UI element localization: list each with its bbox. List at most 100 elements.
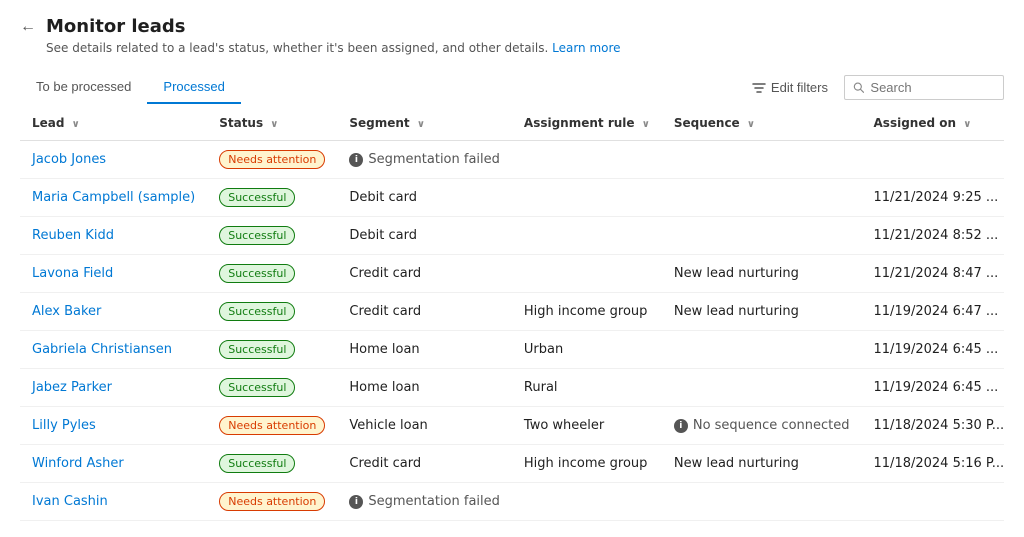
cell-assigned-on: 11/19/2024 6:45 ...	[862, 331, 1004, 369]
tab-to-be-processed[interactable]: To be processed	[20, 71, 147, 104]
table-row: Maria Campbell (sample) SuccessfulDebit c…	[20, 179, 1004, 217]
lead-link[interactable]: Ivan Cashin	[32, 494, 108, 509]
cell-lead: Winford Asher	[20, 445, 207, 483]
table-row: Reuben Kidd Successful Debit card 11/21/202…	[20, 217, 1004, 255]
tab-processed[interactable]: Processed	[147, 71, 240, 104]
cell-status: Successful	[207, 179, 337, 217]
table-row: Winford Asher Successful Credit cardHigh i…	[20, 445, 1004, 483]
search-input[interactable]	[870, 80, 995, 95]
cell-sequence: New lead nurturing	[662, 293, 862, 331]
cell-assignment-rule: High income group	[512, 293, 662, 331]
status-badge: Successful	[219, 378, 295, 397]
cell-sequence	[662, 179, 862, 217]
cell-lead: Reuben Kidd	[20, 217, 207, 255]
cell-lead: Alex Baker	[20, 293, 207, 331]
cell-assigned-on	[862, 141, 1004, 179]
lead-link[interactable]: Lilly Pyles	[32, 418, 96, 433]
table-row: Jabez ParkerSuccessfulHome loanRural11/1…	[20, 369, 1004, 407]
cell-assignment-rule: High income group	[512, 445, 662, 483]
toolbar-right: Edit filters	[744, 75, 1004, 100]
cell-lead: Lavona Field	[20, 255, 207, 293]
cell-segment: Debit card	[337, 179, 512, 217]
seg-failed-label: Segmentation failed	[368, 152, 500, 167]
cell-sequence	[662, 331, 862, 369]
cell-lead: Jacob Jones	[20, 141, 207, 179]
learn-more-link[interactable]: Learn more	[552, 41, 620, 55]
cell-lead: Maria Campbell (sample)	[20, 179, 207, 217]
col-header-assignment-rule[interactable]: Assignment rule ∨	[512, 106, 662, 141]
status-badge: Successful	[219, 454, 295, 473]
cell-lead: Jabez Parker	[20, 369, 207, 407]
cell-assignment-rule: Urban	[512, 331, 662, 369]
tabs: To be processed Processed	[20, 71, 241, 104]
lead-link[interactable]: Gabriela Christiansen	[32, 342, 172, 357]
cell-status: Successful	[207, 369, 337, 407]
status-badge: Successful	[219, 340, 295, 359]
lead-link[interactable]: Winford Asher	[32, 456, 124, 471]
cell-segment: Credit card	[337, 445, 512, 483]
search-box	[844, 75, 1004, 100]
page-header: ← Monitor leads	[20, 16, 1004, 37]
cell-sequence	[662, 217, 862, 255]
table-container: Lead ∨ Status ∨ Segment ∨ Assignment rul…	[20, 106, 1004, 521]
col-header-assigned-on[interactable]: Assigned on ∨	[862, 106, 1004, 141]
cell-sequence: New lead nurturing	[662, 445, 862, 483]
subtitle: See details related to a lead's status, …	[46, 41, 1004, 55]
cell-status: Needs attention	[207, 141, 337, 179]
col-header-lead[interactable]: Lead ∨	[20, 106, 207, 141]
back-button[interactable]: ←	[20, 18, 36, 36]
cell-segment: iSegmentation failed	[337, 483, 512, 521]
table-row: Alex Baker Successful Credit cardHigh inco…	[20, 293, 1004, 331]
cell-segment: i Segmentation failed	[337, 141, 512, 179]
cell-segment: Credit card	[337, 293, 512, 331]
cell-assignment-rule: Two wheeler	[512, 407, 662, 445]
cell-lead: Lilly Pyles	[20, 407, 207, 445]
cell-sequence	[662, 483, 862, 521]
cell-segment: Vehicle loan	[337, 407, 512, 445]
cell-assigned-on: 11/19/2024 6:47 ...	[862, 293, 1004, 331]
table-row: Gabriela ChristiansenSuccessfulHome loan…	[20, 331, 1004, 369]
edit-filters-button[interactable]: Edit filters	[744, 75, 836, 100]
cell-segment: Debit card	[337, 217, 512, 255]
status-badge: Needs attention	[219, 492, 325, 511]
segmentation-failed: iSegmentation failed	[349, 494, 500, 509]
lead-link[interactable]: Reuben Kidd	[32, 228, 114, 243]
sequence-warning: iNo sequence connected	[674, 418, 850, 433]
info-icon: i	[349, 153, 363, 167]
cell-assignment-rule	[512, 217, 662, 255]
col-header-segment[interactable]: Segment ∨	[337, 106, 512, 141]
lead-link[interactable]: Alex Baker	[32, 304, 101, 319]
status-badge: Successful	[219, 302, 295, 321]
leads-table: Lead ∨ Status ∨ Segment ∨ Assignment rul…	[20, 106, 1004, 521]
cell-assigned-on: 11/21/2024 9:25 ...	[862, 179, 1004, 217]
lead-link[interactable]: Maria Campbell (sample)	[32, 190, 195, 205]
table-header-row: Lead ∨ Status ∨ Segment ∨ Assignment rul…	[20, 106, 1004, 141]
lead-link[interactable]: Lavona Field	[32, 266, 113, 281]
lead-link[interactable]: Jacob Jones	[32, 152, 106, 167]
cell-assigned-on: 11/19/2024 6:45 ...	[862, 369, 1004, 407]
segmentation-failed: i Segmentation failed	[349, 152, 500, 167]
table-row: Jacob Jones Needs attention i Segmentation …	[20, 141, 1004, 179]
table-row: Lilly Pyles Needs attentionVehicle loanTw…	[20, 407, 1004, 445]
cell-status: Needs attention	[207, 407, 337, 445]
cell-assigned-on: 11/21/2024 8:47 ...	[862, 255, 1004, 293]
status-badge: Needs attention	[219, 150, 325, 169]
lead-link[interactable]: Jabez Parker	[32, 380, 112, 395]
warning-icon: i	[674, 419, 688, 433]
cell-assigned-on: 11/18/2024 5:30 P...	[862, 407, 1004, 445]
cell-assigned-on	[862, 483, 1004, 521]
cell-assigned-on: 11/21/2024 8:52 ...	[862, 217, 1004, 255]
col-header-status[interactable]: Status ∨	[207, 106, 337, 141]
status-badge: Successful	[219, 264, 295, 283]
cell-status: Successful	[207, 445, 337, 483]
cell-assignment-rule	[512, 255, 662, 293]
cell-assignment-rule	[512, 141, 662, 179]
status-badge: Successful	[219, 226, 295, 245]
info-icon: i	[349, 495, 363, 509]
cell-assignment-rule: Rural	[512, 369, 662, 407]
cell-assignment-rule	[512, 483, 662, 521]
cell-sequence: iNo sequence connected	[662, 407, 862, 445]
cell-status: Needs attention	[207, 483, 337, 521]
col-header-sequence[interactable]: Sequence ∨	[662, 106, 862, 141]
page-container: ← Monitor leads See details related to a…	[0, 0, 1024, 537]
